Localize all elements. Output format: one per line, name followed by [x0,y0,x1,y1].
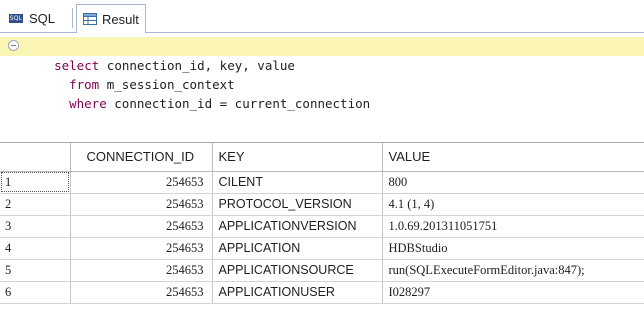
key-cell[interactable]: APPLICATIONUSER [212,281,383,304]
tab-sql[interactable]: SQL SQL [4,4,76,33]
row-index-cell[interactable]: 2 [0,193,71,216]
value-cell[interactable]: 4.1 (1, 4) [382,193,644,216]
value-cell[interactable]: 1.0.69.201311051751 [382,215,644,238]
column-header-value[interactable]: VALUE [382,143,644,172]
code-line[interactable]: where connection_id = current_connection [0,75,644,111]
value-cell[interactable]: run(SQLExecuteFormEditor.java:847); [382,259,644,282]
key-cell[interactable]: APPLICATION [212,237,383,260]
value-cell[interactable]: 800 [382,171,644,194]
editor-tab-bar: SQL SQL Result [0,0,644,34]
value-cell[interactable]: HDBStudio [382,237,644,260]
tab-separator [72,8,73,28]
table-row[interactable]: 2 254653 PROTOCOL_VERSION 4.1 (1, 4) [0,193,644,216]
sql-editor[interactable]: select connection_id, key, value from m_… [0,33,644,142]
sql-keyword: where [69,96,107,111]
key-cell[interactable]: APPLICATIONVERSION [212,215,383,238]
table-row[interactable]: 1 254653 CILENT 800 [0,171,644,194]
row-index-cell[interactable]: 6 [0,281,71,304]
code-line[interactable]: select connection_id, key, value [0,37,644,73]
column-header-key[interactable]: KEY [212,143,383,172]
connection-id-cell[interactable]: 254653 [70,171,213,194]
sql-icon: SQL [9,14,23,23]
table-row[interactable]: 6 254653 APPLICATIONUSER I028297 [0,281,644,304]
connection-id-cell[interactable]: 254653 [70,193,213,216]
key-cell[interactable]: APPLICATIONSOURCE [212,259,383,282]
connection-id-cell[interactable]: 254653 [70,237,213,260]
row-index-cell[interactable]: 1 [0,171,71,194]
row-index-cell[interactable]: 3 [0,215,71,238]
key-cell[interactable]: PROTOCOL_VERSION [212,193,383,216]
value-cell[interactable]: I028297 [382,281,644,304]
code-line[interactable]: from m_session_context [0,56,644,92]
sql-text: connection_id = current_connection [106,96,371,111]
column-header-connection-id[interactable]: CONNECTION_ID [70,143,213,172]
connection-id-cell[interactable]: 254653 [70,259,213,282]
result-table-icon [83,13,97,25]
tab-result[interactable]: Result [76,4,146,34]
fold-collapse-icon[interactable] [8,40,19,51]
row-index-cell[interactable]: 4 [0,237,71,260]
row-index-cell[interactable]: 5 [0,259,71,282]
connection-id-cell[interactable]: 254653 [70,215,213,238]
table-row[interactable]: 5 254653 APPLICATIONSOURCE run(SQLExecut… [0,259,644,282]
key-cell[interactable]: CILENT [212,171,383,194]
table-row[interactable]: 3 254653 APPLICATIONVERSION 1.0.69.20131… [0,215,644,238]
table-header-row: CONNECTION_ID KEY VALUE [0,143,644,172]
tab-result-label: Result [102,11,139,27]
tab-sql-label: SQL [29,11,56,26]
column-header-index[interactable] [0,143,71,172]
table-row[interactable]: 4 254653 APPLICATION HDBStudio [0,237,644,260]
result-table: CONNECTION_ID KEY VALUE 1 254653 CILENT … [0,143,644,304]
connection-id-cell[interactable]: 254653 [70,281,213,304]
result-grid[interactable]: CONNECTION_ID KEY VALUE 1 254653 CILENT … [0,142,644,314]
